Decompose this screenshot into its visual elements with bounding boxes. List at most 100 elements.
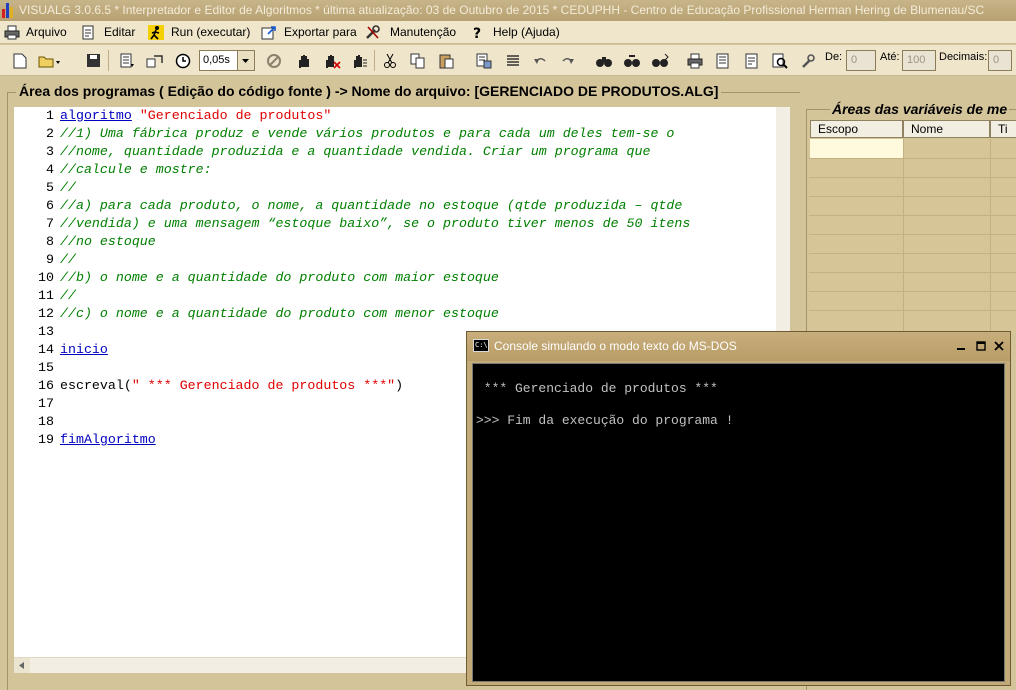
line-number: 11 <box>38 288 54 303</box>
window-titlebar: VISUALG 3.0.6.5 * Interpretador e Editor… <box>0 0 1016 21</box>
code-text: //a) para cada produto, o nome, a quanti… <box>60 197 682 215</box>
editor-horizontal-scrollbar[interactable] <box>14 657 469 673</box>
variables-grid[interactable]: Escopo Nome Ti <box>809 119 1016 333</box>
hand-cross-icon <box>326 54 341 69</box>
ate-field[interactable]: 100 <box>902 50 936 71</box>
program-area-title: Área dos programas ( Edição do código fo… <box>16 83 722 99</box>
code-text: //b) o nome e a quantidade do produto co… <box>60 269 499 287</box>
printer-icon <box>687 53 703 68</box>
console-title: Console simulando o modo texto do MS-DOS <box>494 339 737 353</box>
decimais-label: Decimais: <box>939 51 988 63</box>
redo-button[interactable] <box>558 51 578 70</box>
menu-label: Editar <box>104 25 136 39</box>
comment-lines-icon <box>507 54 519 66</box>
find-next-button[interactable] <box>650 51 670 70</box>
menu-help[interactable]: ? Help (Ajuda) <box>470 21 565 44</box>
replace-button[interactable] <box>622 51 642 70</box>
menu-label: Help (Ajuda) <box>493 25 560 39</box>
menu-label: Exportar para <box>284 25 357 39</box>
comment-button[interactable] <box>503 51 523 70</box>
find-button[interactable] <box>594 51 614 70</box>
close-button[interactable] <box>992 339 1006 353</box>
code-string: " *** Gerenciado de produtos ***" <box>131 378 396 393</box>
menu-editar[interactable]: Editar <box>80 21 140 44</box>
toolbar: 0,05s De: 0 Até: 100 Decimais: 0 <box>0 45 1016 76</box>
printer-icon <box>4 25 20 40</box>
selected-cell[interactable] <box>810 139 903 158</box>
line-number: 13 <box>38 324 54 339</box>
grid-line <box>990 139 991 333</box>
code-text: inicio <box>60 341 108 359</box>
menu-label: Arquivo <box>26 25 67 39</box>
console-window[interactable]: C:\ Console simulando o modo texto do MS… <box>466 331 1011 686</box>
breakpoint-list-button[interactable] <box>350 51 370 70</box>
format-code-button[interactable] <box>474 51 494 70</box>
list-button[interactable] <box>713 51 733 70</box>
column-header-tipo[interactable]: Ti <box>990 120 1016 138</box>
console-titlebar[interactable]: C:\ Console simulando o modo texto do MS… <box>467 332 1010 361</box>
undo-button[interactable] <box>530 51 550 70</box>
print-button[interactable] <box>685 51 705 70</box>
new-file-icon <box>13 53 27 68</box>
menu-manutencao[interactable]: Manutenção <box>365 21 460 44</box>
code-comment: //vendida) e uma mensagem “estoque baixo… <box>60 216 691 231</box>
list-icon <box>716 53 729 68</box>
grid-line <box>809 215 1016 216</box>
code-text: // <box>60 251 76 269</box>
line-number: 1 <box>46 108 54 123</box>
breakpoint-button[interactable] <box>294 51 314 70</box>
column-header-escopo[interactable]: Escopo <box>810 120 903 138</box>
speed-select[interactable]: 0,05s <box>199 50 255 71</box>
line-number: 10 <box>38 270 54 285</box>
step-run-button[interactable] <box>145 51 165 70</box>
grid-line <box>809 310 1016 311</box>
copy-button[interactable] <box>408 51 428 70</box>
stop-button[interactable] <box>264 51 284 70</box>
console-line: >>> Fim da execução do programa ! <box>476 413 734 428</box>
document-button[interactable] <box>742 51 762 70</box>
de-label: De: <box>825 51 843 63</box>
column-header-nome[interactable]: Nome <box>903 120 990 138</box>
minimize-button[interactable] <box>954 339 968 353</box>
code-token: ) <box>395 378 404 393</box>
code-string: "Gerenciado de produtos" <box>139 108 332 123</box>
new-file-button[interactable] <box>10 51 30 70</box>
save-button[interactable] <box>83 51 103 70</box>
scroll-left-icon[interactable] <box>14 658 30 673</box>
settings-button[interactable] <box>798 51 818 70</box>
preview-button[interactable] <box>770 51 790 70</box>
timer-button[interactable] <box>173 51 193 70</box>
menu-exportar[interactable]: Exportar para <box>261 21 357 44</box>
redo-icon <box>562 57 574 64</box>
line-number: 6 <box>46 198 54 213</box>
clear-breakpoints-button[interactable] <box>322 51 342 70</box>
paste-icon <box>439 54 454 68</box>
document-format-icon <box>476 53 492 68</box>
variables-panel-title: Áreas das variáveis de me <box>830 101 1010 117</box>
line-number: 9 <box>46 252 54 267</box>
cut-button[interactable] <box>380 51 400 70</box>
console-line: *** Gerenciado de produtos *** <box>476 381 718 396</box>
tools-icon <box>366 25 380 39</box>
console-output[interactable]: *** Gerenciado de produtos *** >>> Fim d… <box>472 363 1005 682</box>
line-number: 12 <box>38 306 54 321</box>
print-code-button[interactable] <box>117 51 137 70</box>
console-icon: C:\ <box>473 339 489 352</box>
menu-arquivo[interactable]: Arquivo <box>4 21 74 44</box>
menu-run[interactable]: Run (executar) <box>148 21 254 44</box>
grid-line <box>809 196 1016 197</box>
maximize-button[interactable] <box>974 339 988 353</box>
de-field[interactable]: 0 <box>846 50 876 71</box>
menu-label: Manutenção <box>390 25 457 39</box>
menu-label: Run (executar) <box>171 25 251 39</box>
open-file-button[interactable] <box>37 51 63 70</box>
grid-line <box>809 177 1016 178</box>
chevron-down-icon <box>237 51 254 70</box>
binoculars-next-icon <box>652 53 669 67</box>
export-icon <box>261 26 276 40</box>
document-list-icon <box>120 53 134 67</box>
decimais-field[interactable]: 0 <box>988 50 1012 71</box>
paste-button[interactable] <box>437 51 457 70</box>
close-icon <box>994 341 1004 351</box>
